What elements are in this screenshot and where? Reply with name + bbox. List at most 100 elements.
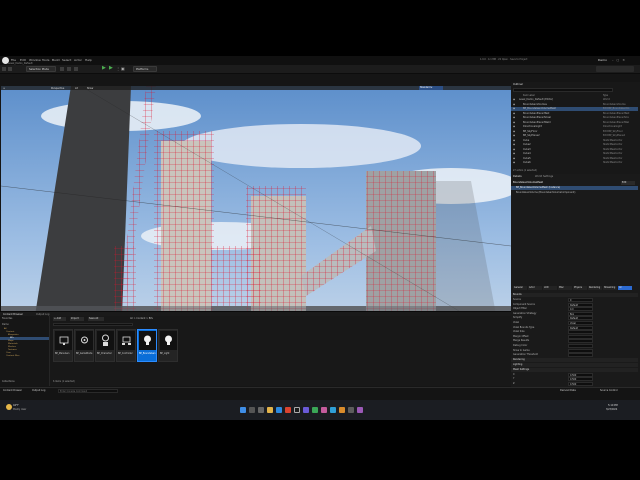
visibility-eye-icon[interactable]: ◉ — [513, 112, 515, 115]
outliner-col-label[interactable]: Item Label — [523, 94, 535, 97]
project-header[interactable]: Demo — [2, 323, 9, 326]
console-input[interactable]: Enter Console Command — [58, 388, 118, 393]
asset-tile-selected[interactable]: BP_BoundsGen — [137, 329, 157, 362]
app-icon[interactable] — [357, 407, 363, 413]
details-section-header[interactable]: Rendering — [511, 357, 638, 362]
start-icon[interactable] — [240, 407, 246, 413]
outliner-row[interactable]: ◉ Cube5 StaticMeshActor — [511, 157, 638, 161]
outliner-row[interactable]: ◉ Cube2 StaticMeshActor — [511, 143, 638, 147]
details-tab[interactable]: Details — [513, 175, 522, 178]
details-filter-tab[interactable]: General — [513, 286, 527, 290]
details-property-value[interactable] — [568, 339, 593, 344]
details-filter-tab[interactable]: Rendering — [588, 286, 602, 290]
visibility-eye-icon[interactable]: ◉ — [513, 148, 515, 151]
details-property-value[interactable] — [568, 344, 593, 348]
outliner-row[interactable]: ◉ Cube4 StaticMeshActor — [511, 152, 638, 156]
details-property-value[interactable]: 0.500 — [568, 377, 593, 382]
app-icon[interactable] — [321, 407, 327, 413]
derived-data-button[interactable]: Derived Data — [560, 389, 576, 392]
viewport-menu-icon[interactable]: ≡ — [3, 87, 5, 90]
visibility-eye-icon[interactable]: ◉ — [513, 98, 515, 101]
content-path-breadcrumb[interactable]: All > Content > BPs — [130, 317, 153, 320]
visibility-eye-icon[interactable]: ◉ — [513, 107, 515, 110]
details-property-value[interactable] — [568, 330, 593, 335]
outliner-row[interactable]: ◉ Level_Demo_Default (Editor) World — [511, 98, 638, 102]
menu-tools[interactable]: Tools — [42, 58, 49, 62]
outliner-row[interactable]: ◉ BoundsGenPlacedTest BoundsGenPlacedTest — [511, 112, 638, 116]
favorites-header[interactable]: Favorites — [2, 317, 12, 320]
selection-mode-button[interactable]: Selection Mode — [26, 66, 56, 72]
blueprints-icon[interactable] — [67, 67, 71, 71]
outliner-row[interactable]: ◉ BP_SkyPlane2 Edit BP_SkyPlane2 — [511, 134, 638, 138]
visibility-eye-icon[interactable]: ◉ — [513, 130, 515, 133]
folder-blueprints[interactable]: Blueprints — [8, 334, 19, 336]
visibility-eye-icon[interactable]: ◉ — [513, 161, 515, 164]
app-icon[interactable] — [312, 407, 318, 413]
collections-header[interactable]: Collections — [2, 380, 15, 383]
details-filter-tab[interactable]: LOD — [543, 286, 557, 290]
cinematics-icon[interactable] — [74, 67, 78, 71]
visibility-eye-icon[interactable]: ◉ — [513, 157, 515, 160]
menu-actor[interactable]: Actor — [74, 58, 82, 62]
perspective-button[interactable]: Perspective — [51, 87, 64, 90]
asset-tile[interactable]: BP_Character — [95, 329, 115, 362]
world-settings-tab[interactable]: World Settings — [535, 175, 553, 178]
outliner-row[interactable]: ◉ Cube3 StaticMeshActor — [511, 148, 638, 152]
chrome-icon[interactable] — [285, 407, 291, 413]
edge-icon[interactable] — [276, 407, 282, 413]
level-viewport[interactable]: ≡ Perspective Lit Show Standard ▾ — [1, 86, 511, 341]
task-view-icon[interactable] — [258, 407, 264, 413]
folder-all[interactable]: All — [4, 328, 7, 330]
details-filter-tab[interactable]: Misc — [558, 286, 572, 290]
asset-tile[interactable]: BP_GameMode — [74, 329, 94, 362]
outliner-col-type[interactable]: Type — [603, 94, 608, 97]
outliner-row[interactable]: ◉ Cube StaticMeshActor — [511, 139, 638, 143]
asset-tile[interactable]: BP_Controller — [116, 329, 136, 362]
details-property-value[interactable]: Box — [568, 311, 593, 316]
details-property-value[interactable]: Default — [568, 325, 593, 330]
platforms-button[interactable]: Platforms — [133, 66, 157, 72]
import-button[interactable]: Import — [70, 317, 84, 321]
add-button[interactable]: + Add — [53, 317, 66, 321]
details-subcomponent-name[interactable]: BoundsGenVolume (BoundsGenVolumeComponen… — [516, 191, 575, 194]
folder-content-files[interactable]: Content Files — [6, 355, 20, 357]
visibility-eye-icon[interactable]: ◉ — [513, 143, 515, 146]
outliner-row[interactable]: ◉ BoundsGenPlacedWeld BoundsGenPlacedWel — [511, 121, 638, 125]
folder-content[interactable]: Content — [6, 331, 14, 333]
visibility-eye-icon[interactable]: ◉ — [513, 134, 515, 137]
details-filter-tab[interactable]: Actor — [528, 286, 542, 290]
window-controls[interactable]: –▢✕ — [612, 58, 636, 62]
file-explorer-icon[interactable] — [267, 407, 273, 413]
add-actor-icon[interactable] — [60, 67, 64, 71]
visibility-eye-icon[interactable]: ◉ — [513, 125, 515, 128]
visibility-eye-icon[interactable]: ◉ — [513, 152, 515, 155]
app-icon[interactable] — [339, 407, 345, 413]
show-button[interactable]: Show — [87, 87, 93, 90]
folder-bps[interactable]: BPs — [10, 337, 14, 339]
details-filter-tab[interactable]: All — [618, 286, 632, 290]
clock-date[interactable]: 3/23/2024 — [606, 408, 617, 411]
details-section-header[interactable]: Lighting — [511, 362, 638, 367]
play-options-icon[interactable]: ▶ — [109, 66, 114, 72]
weather-icon[interactable] — [6, 404, 12, 410]
app-icon[interactable] — [348, 407, 354, 413]
menu-select[interactable]: Select — [62, 58, 71, 62]
details-property-value[interactable] — [568, 334, 593, 339]
menu-build[interactable]: Build — [52, 58, 60, 62]
folder-materials[interactable]: Materials — [8, 343, 18, 345]
details-filter-tab[interactable]: Physics — [573, 286, 587, 290]
search-icon[interactable] — [249, 407, 255, 413]
details-property-value[interactable]: Voxel — [568, 321, 593, 325]
app-icon[interactable] — [303, 407, 309, 413]
launch-icon[interactable]: ▣ — [121, 66, 126, 72]
outliner-row[interactable]: ◉ DirectionalLight DirectionalLight — [511, 125, 638, 129]
edit-blueprint-button[interactable]: Edit — [621, 181, 635, 185]
unreal-taskbar-icon[interactable] — [294, 407, 300, 413]
menu-help[interactable]: Help — [85, 58, 92, 62]
details-section-header[interactable]: Bounds — [511, 293, 638, 297]
save-all-button[interactable]: Save All — [88, 317, 104, 321]
asset-tile[interactable]: BP_MenuGen — [53, 329, 73, 362]
content-drawer-button[interactable]: Content Drawer — [3, 389, 22, 392]
visibility-eye-icon[interactable]: ◉ — [513, 139, 515, 142]
outliner-row[interactable]: ◉ BP_SkyFloor Edit BP_SkyFloor — [511, 130, 638, 134]
